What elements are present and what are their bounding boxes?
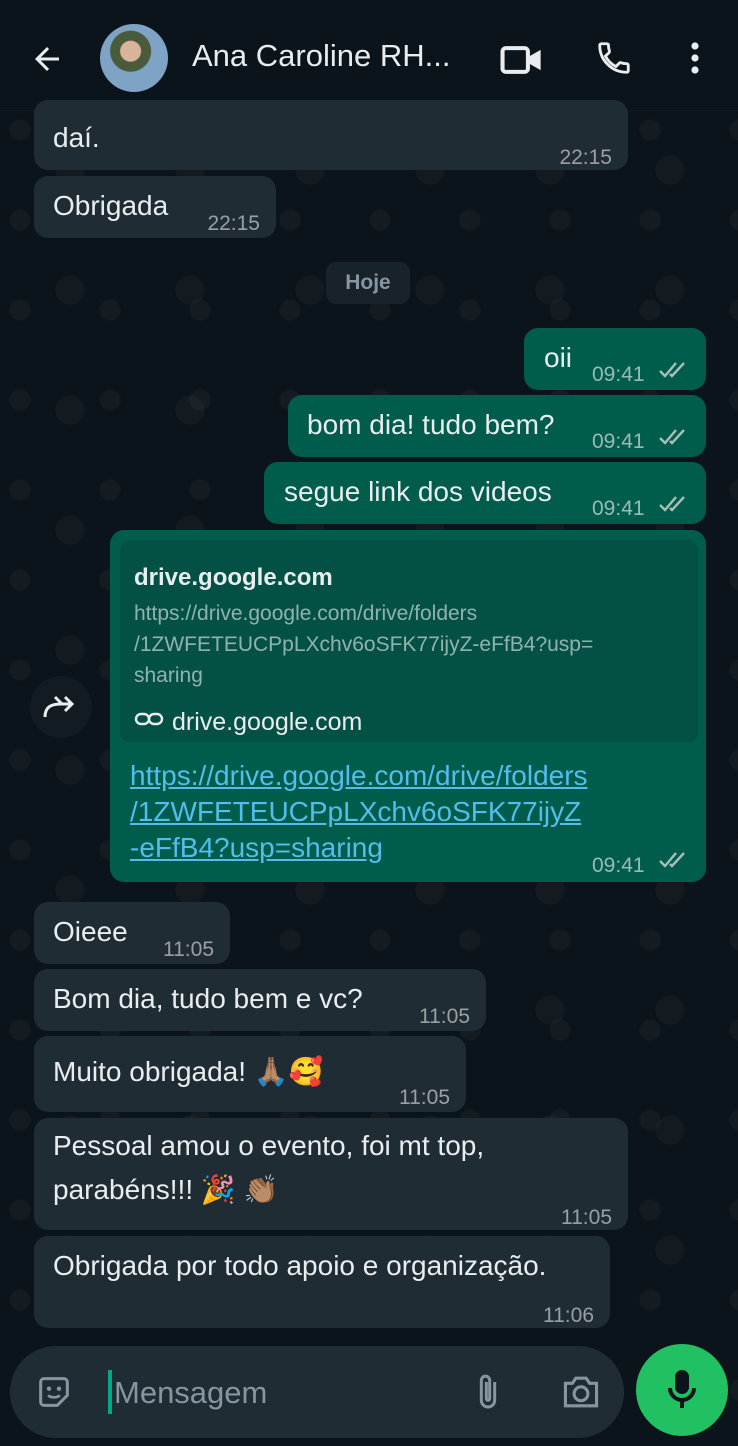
message-input[interactable] <box>112 1368 456 1418</box>
message-incoming[interactable]: Muito obrigada! 🙏🏽🥰 11:05 <box>34 1036 466 1112</box>
link-preview-url: https://drive.google.com/drive/folders /… <box>134 598 593 691</box>
message-time: 09:41 <box>592 430 645 453</box>
emoji-icon[interactable] <box>32 1370 76 1414</box>
message-text: Bom dia, tudo bem e vc? <box>53 983 363 1014</box>
link-preview-url-line: sharing <box>134 664 203 687</box>
message-text: Obrigada <box>53 190 169 221</box>
avatar[interactable] <box>100 24 168 92</box>
message-time: 11:05 <box>419 1005 470 1028</box>
message-time: 11:05 <box>399 1086 450 1109</box>
message-incoming[interactable]: Obrigada por todo apoio e organização. 1… <box>34 1236 610 1328</box>
message-time: 22:15 <box>559 146 612 169</box>
message-incoming[interactable]: Pessoal amou o evento, foi mt top, parab… <box>34 1118 628 1230</box>
message-outgoing[interactable]: oii 09:41 <box>524 328 706 390</box>
message-incoming[interactable]: Oieee 11:05 <box>34 902 230 964</box>
link-preview-title: drive.google.com <box>134 564 333 591</box>
message-text: daí. <box>53 122 100 153</box>
link-preview-url-line: /1ZWFETEUCPpLXchv6oSFK77ijyZ-eFfB4?usp= <box>134 633 594 656</box>
read-ticks-icon <box>659 429 685 445</box>
message-time: 11:05 <box>561 1206 612 1229</box>
read-ticks-icon <box>659 852 685 868</box>
message-time: 11:06 <box>543 1304 594 1327</box>
message-text-line: Pessoal amou o evento, foi mt top, <box>53 1130 485 1161</box>
link-line[interactable]: https://drive.google.com/drive/folders <box>130 758 588 794</box>
attach-icon[interactable] <box>468 1370 508 1414</box>
video-call-icon[interactable] <box>498 36 546 84</box>
message-incoming[interactable]: Obrigada 22:15 <box>34 176 276 238</box>
back-arrow-icon[interactable] <box>22 34 72 84</box>
link-preview-card[interactable]: drive.google.com https://drive.google.co… <box>120 540 698 742</box>
message-time: 09:41 <box>592 363 645 386</box>
link-chain-icon <box>134 712 164 726</box>
message-text: bom dia! tudo bem? <box>307 409 555 440</box>
message-outgoing[interactable]: bom dia! tudo bem? 09:41 <box>288 395 706 457</box>
read-ticks-icon <box>659 362 685 378</box>
message-incoming[interactable]: Bom dia, tudo bem e vc? 11:05 <box>34 969 486 1031</box>
message-outgoing[interactable]: segue link dos videos 09:41 <box>264 462 706 524</box>
message-time: 22:15 <box>207 212 260 235</box>
message-time: 09:41 <box>592 854 645 877</box>
message-incoming[interactable]: daí. 22:15 <box>34 100 628 170</box>
message-text: segue link dos videos <box>284 476 552 507</box>
message-time: 09:41 <box>592 497 645 520</box>
chat-header: Ana Caroline RH... <box>0 0 738 111</box>
message-outgoing-link[interactable]: drive.google.com https://drive.google.co… <box>110 530 706 882</box>
link-preview-url-line: https://drive.google.com/drive/folders <box>134 602 478 625</box>
link-preview-domain: drive.google.com <box>172 708 363 736</box>
date-chip: Hoje <box>326 262 410 304</box>
mic-button[interactable] <box>636 1344 728 1436</box>
forward-icon[interactable] <box>30 676 92 738</box>
message-text: Oieee <box>53 916 128 947</box>
mic-icon <box>668 1370 696 1408</box>
message-link[interactable]: https://drive.google.com/drive/folders /… <box>130 758 588 866</box>
message-text: oii <box>544 342 573 373</box>
more-vert-icon[interactable] <box>680 36 710 80</box>
link-line[interactable]: -eFfB4?usp=sharing <box>130 830 588 866</box>
contact-name[interactable]: Ana Caroline RH... <box>192 38 462 74</box>
message-composer <box>10 1346 624 1438</box>
camera-icon[interactable] <box>558 1370 604 1414</box>
link-line[interactable]: /1ZWFETEUCPpLXchv6oSFK77ijyZ <box>130 794 588 830</box>
message-time: 11:05 <box>163 938 214 961</box>
read-ticks-icon <box>659 496 685 512</box>
phone-icon[interactable] <box>592 36 636 80</box>
message-text: Muito obrigada! 🙏🏽🥰 <box>53 1056 324 1087</box>
message-text: Obrigada por todo apoio e organização. <box>53 1250 547 1281</box>
message-text-line: parabéns!!! 🎉 👏🏽 <box>53 1174 279 1205</box>
